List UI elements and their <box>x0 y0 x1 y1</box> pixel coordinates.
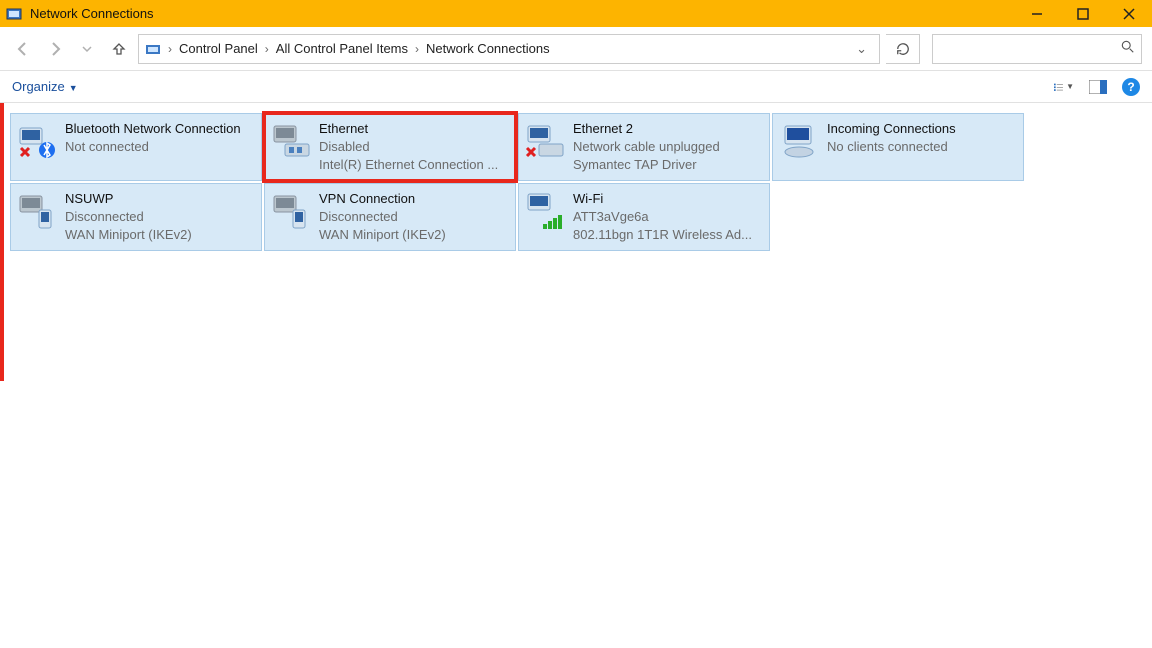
recent-dropdown[interactable] <box>74 36 100 62</box>
connection-name: Ethernet <box>319 120 509 138</box>
address-bar[interactable]: › Control Panel › All Control Panel Item… <box>138 34 880 64</box>
forward-button[interactable] <box>42 36 68 62</box>
connection-name: Incoming Connections <box>827 120 1017 138</box>
organize-label: Organize <box>12 79 65 94</box>
vpn-icon <box>271 190 311 232</box>
control-panel-icon <box>6 6 22 22</box>
address-dropdown[interactable]: ⌄ <box>850 41 873 57</box>
back-button[interactable] <box>10 36 36 62</box>
connection-driver: WAN Miniport (IKEv2) <box>65 226 255 244</box>
connection-item-ethernet[interactable]: Ethernet Disabled Intel(R) Ethernet Conn… <box>264 113 516 181</box>
connection-item-bluetooth[interactable]: Bluetooth Network Connection Not connect… <box>10 113 262 181</box>
connection-name: VPN Connection <box>319 190 509 208</box>
command-bar: Organize ▼ ▼ ? <box>0 71 1152 103</box>
wifi-icon <box>525 190 565 232</box>
chevron-right-icon: › <box>262 42 272 56</box>
incoming-connections-icon <box>779 120 819 162</box>
connection-item-ethernet-2[interactable]: Ethernet 2 Network cable unplugged Syman… <box>518 113 770 181</box>
connection-item-wifi[interactable]: Wi-Fi ATT3aVge6a 802.11bgn 1T1R Wireless… <box>518 183 770 251</box>
view-options-button[interactable]: ▼ <box>1054 77 1074 97</box>
close-button[interactable] <box>1106 0 1152 27</box>
bluetooth-network-icon <box>17 120 57 162</box>
window-controls <box>1014 0 1152 27</box>
refresh-button[interactable] <box>886 34 920 64</box>
connection-status: Disconnected <box>319 208 509 226</box>
connection-name: Bluetooth Network Connection <box>65 120 255 138</box>
window-title: Network Connections <box>30 6 1014 21</box>
ethernet-icon <box>271 120 311 162</box>
connection-driver: 802.11bgn 1T1R Wireless Ad... <box>573 226 763 244</box>
chevron-right-icon: › <box>165 42 175 56</box>
connection-item-vpn[interactable]: VPN Connection Disconnected WAN Miniport… <box>264 183 516 251</box>
chevron-right-icon: › <box>412 42 422 56</box>
connections-grid: Bluetooth Network Connection Not connect… <box>4 107 1148 257</box>
connection-driver: WAN Miniport (IKEv2) <box>319 226 509 244</box>
content-area: Bluetooth Network Connection Not connect… <box>0 103 1152 648</box>
nav-bar: › Control Panel › All Control Panel Item… <box>0 27 1152 71</box>
preview-pane-button[interactable] <box>1088 77 1108 97</box>
annotation-left-bar <box>0 103 4 381</box>
title-bar: Network Connections <box>0 0 1152 27</box>
ethernet-unplugged-icon <box>525 120 565 162</box>
connection-status: Network cable unplugged <box>573 138 763 156</box>
search-box[interactable] <box>932 34 1142 64</box>
connection-name: Ethernet 2 <box>573 120 763 138</box>
search-icon <box>1121 40 1135 57</box>
connection-driver: Symantec TAP Driver <box>573 156 763 174</box>
help-button[interactable]: ? <box>1122 78 1140 96</box>
connection-status: ATT3aVge6a <box>573 208 763 226</box>
connection-name: Wi-Fi <box>573 190 763 208</box>
connection-status: No clients connected <box>827 138 1017 156</box>
connection-item-nsuwp[interactable]: NSUWP Disconnected WAN Miniport (IKEv2) <box>10 183 262 251</box>
connection-name: NSUWP <box>65 190 255 208</box>
chevron-down-icon: ▼ <box>69 83 78 93</box>
breadcrumb-root[interactable]: Control Panel <box>179 41 258 56</box>
up-button[interactable] <box>106 36 132 62</box>
maximize-button[interactable] <box>1060 0 1106 27</box>
breadcrumb-mid[interactable]: All Control Panel Items <box>276 41 408 56</box>
connection-driver: Intel(R) Ethernet Connection ... <box>319 156 509 174</box>
connection-status: Disabled <box>319 138 509 156</box>
breadcrumb-leaf[interactable]: Network Connections <box>426 41 550 56</box>
connection-status: Not connected <box>65 138 255 156</box>
connection-status: Disconnected <box>65 208 255 226</box>
connection-item-incoming[interactable]: Incoming Connections No clients connecte… <box>772 113 1024 181</box>
organize-menu[interactable]: Organize ▼ <box>12 79 78 94</box>
vpn-icon <box>17 190 57 232</box>
minimize-button[interactable] <box>1014 0 1060 27</box>
location-icon <box>145 41 161 57</box>
